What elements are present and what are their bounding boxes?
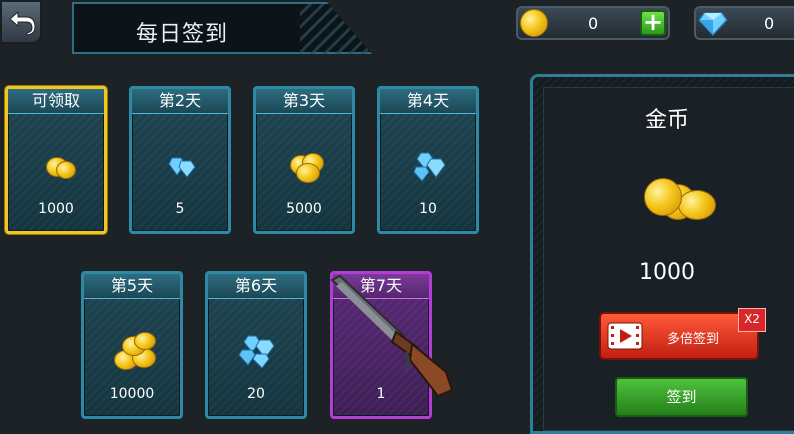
- title-decoration: [300, 4, 370, 54]
- day-card-6[interactable]: 第6天 20: [205, 271, 307, 419]
- back-arrow-icon: [9, 10, 36, 36]
- multi-sign-button[interactable]: 多倍签到: [599, 312, 759, 360]
- day-card-amount: 10000: [109, 386, 155, 402]
- title-bar: 每日签到: [72, 2, 372, 54]
- day-card-label: 可领取: [8, 89, 104, 114]
- reward-title: 金币: [644, 108, 689, 133]
- coin-count: 0: [588, 14, 599, 33]
- diamond-pile-icon: [380, 143, 476, 193]
- day-card-label: 第2天: [132, 89, 228, 114]
- coin-counter: 0 +: [516, 6, 670, 40]
- coin-stack-icon: [8, 143, 104, 193]
- sign-in-button[interactable]: 签到: [615, 377, 748, 417]
- page-title: 每日签到: [136, 22, 229, 47]
- day-card-1[interactable]: 可领取 1000: [5, 86, 107, 234]
- day-card-5[interactable]: 第5天 10000: [81, 271, 183, 419]
- plus-icon: +: [642, 8, 664, 36]
- day-card-amount: 5: [175, 201, 185, 217]
- day-card-amount: 5000: [286, 201, 322, 217]
- shotgun-icon: [330, 274, 454, 398]
- gem-counter: 0: [694, 6, 794, 40]
- coin-stack-icon: [256, 143, 352, 193]
- large-coin-icon: [642, 176, 722, 224]
- day-card-label: 第3天: [256, 89, 352, 114]
- video-icon: [607, 322, 643, 350]
- coin-pile-icon: [84, 328, 180, 378]
- reward-amount: 1000: [639, 260, 695, 285]
- day-card-amount: 10: [419, 201, 437, 217]
- day-card-label: 第4天: [380, 89, 476, 114]
- day-card-label: 第5天: [84, 274, 180, 299]
- day-card-label: 第6天: [208, 274, 304, 299]
- multi-sign-label: 多倍签到: [667, 332, 720, 347]
- day-card-amount: 20: [247, 386, 265, 402]
- diamond-icon: [698, 12, 728, 36]
- day-card-amount: 1000: [38, 201, 74, 217]
- coin-icon: [520, 9, 548, 37]
- diamond-pile-icon: [208, 328, 304, 378]
- diamond-icon: [132, 143, 228, 193]
- day-card-3[interactable]: 第3天 5000: [253, 86, 355, 234]
- day-card-2[interactable]: 第2天 5: [129, 86, 231, 234]
- back-button[interactable]: [0, 0, 42, 44]
- add-coins-button[interactable]: +: [640, 10, 666, 36]
- gem-count: 0: [764, 14, 775, 33]
- day-card-4[interactable]: 第4天 10: [377, 86, 479, 234]
- x2-badge: X2: [738, 308, 766, 332]
